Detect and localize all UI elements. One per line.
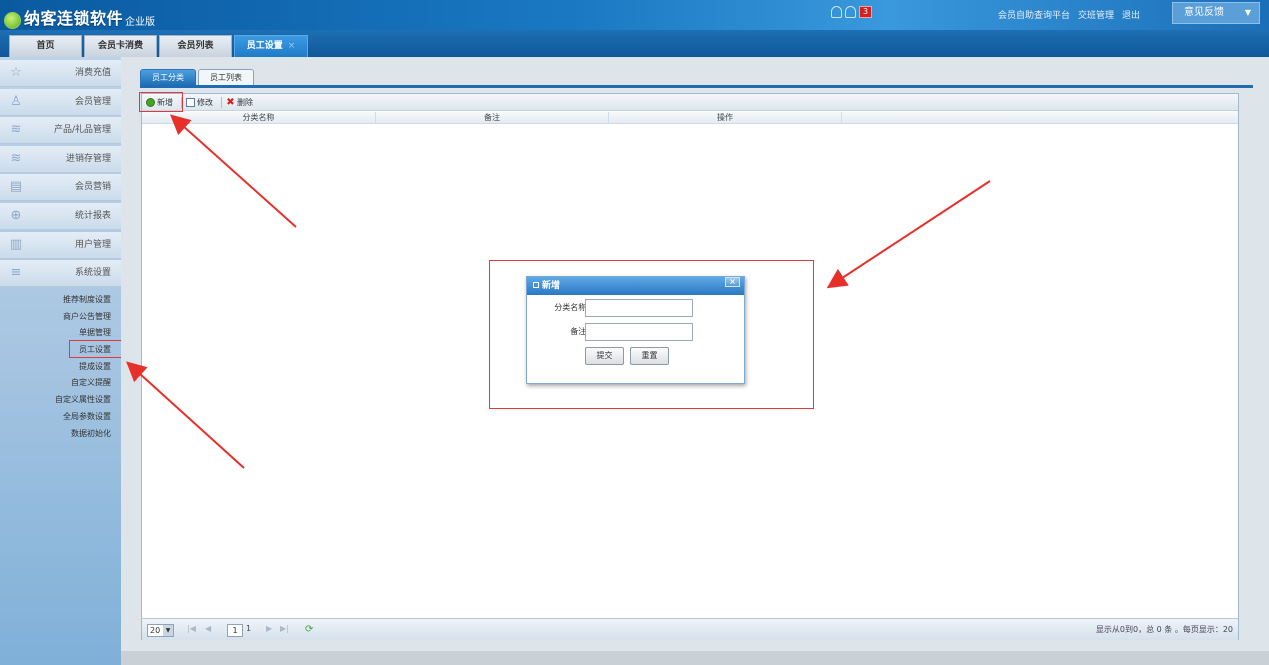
next-page-icon[interactable]: ▶ — [266, 624, 272, 633]
user-icon: ♙ — [10, 94, 22, 109]
database-icon: ▤ — [9, 179, 23, 194]
edit-icon — [186, 97, 195, 107]
bottom-bar — [121, 651, 1269, 665]
reset-button[interactable]: 重置 — [630, 347, 669, 365]
last-page-icon[interactable]: ▶| — [280, 624, 289, 633]
prev-page-icon[interactable]: ◀ — [205, 624, 211, 633]
top-tab-bar: 首页 会员卡消费 会员列表 员工设置 × — [0, 30, 1269, 57]
delete-button[interactable]: ✖ 删除 — [226, 97, 253, 108]
first-page-icon[interactable]: |◀ — [187, 624, 196, 633]
page-size-value: 20 — [150, 626, 161, 635]
page-number-input[interactable]: 1 — [227, 624, 243, 637]
bell-icon[interactable] — [845, 6, 856, 18]
member-self-query-link[interactable]: 会员自助查询平台 — [998, 8, 1070, 21]
tab-home[interactable]: 首页 — [9, 35, 82, 57]
sidebar-item-label: 会员营销 — [74, 182, 111, 192]
sidebar-item-inventory[interactable]: ≋ 进销存管理 — [0, 146, 121, 173]
pager: 20 ▼ |◀ ◀ 1 1 ▶ ▶| ⟳ 显示从0到0，总 0 条 。每页显示：… — [142, 618, 1238, 640]
tab-member-list[interactable]: 会员列表 — [159, 35, 232, 57]
submenu-item-custom-attributes[interactable]: 自定义属性设置 — [0, 392, 121, 409]
remark-row: 备注: — [527, 323, 746, 341]
sidebar-item-label: 消费充值 — [74, 68, 111, 78]
dialog-titlebar: 新增 × — [527, 277, 744, 295]
column-header-category-name[interactable]: 分类名称 — [142, 112, 376, 124]
dialog-close-button[interactable]: × — [725, 277, 740, 287]
category-name-label: 分类名称: — [554, 303, 589, 312]
logo: 纳客连锁软件 企业版 — [4, 5, 155, 29]
header-icons: 3 — [831, 6, 873, 18]
column-header-actions[interactable]: 操作 — [609, 112, 842, 124]
submenu-item-global-params[interactable]: 全局参数设置 — [0, 409, 121, 426]
sidebar-item-system-settings[interactable]: ≡ 系统设置 — [0, 260, 121, 287]
edit-button-label: 修改 — [197, 97, 213, 107]
sidebar-item-label: 进销存管理 — [65, 154, 111, 164]
sidebar-item-label: 用户管理 — [74, 240, 111, 250]
star-icon: ☆ — [10, 65, 22, 80]
logo-text: 纳客连锁软件 — [24, 9, 124, 28]
system-settings-submenu: 推荐制度设置 商户公告管理 单据管理 员工设置 提成设置 自定义提醒 自定义属性… — [0, 292, 121, 442]
category-name-input[interactable] — [585, 299, 693, 317]
tab-staff-settings[interactable]: 员工设置 × — [234, 35, 308, 57]
subtab-staff-category[interactable]: 员工分类 — [140, 69, 196, 86]
pager-info: 显示从0到0，总 0 条 。每页显示：20 — [1095, 625, 1233, 634]
sidebar-item-user-management[interactable]: ▥ 用户管理 — [0, 232, 121, 259]
feedback-button[interactable]: 意见反馈 ▼ — [1172, 2, 1260, 24]
shift-management-link[interactable]: 交班管理 — [1078, 8, 1114, 21]
tab-close-icon[interactable]: × — [288, 41, 296, 51]
submit-button[interactable]: 提交 — [585, 347, 624, 365]
sidebar-item-label: 会员管理 — [74, 97, 111, 107]
feedback-label: 意见反馈 — [1184, 7, 1224, 18]
sidebar-item-label: 系统设置 — [74, 268, 111, 278]
remark-input[interactable] — [585, 323, 693, 341]
submenu-item-announcement[interactable]: 商户公告管理 — [0, 309, 121, 326]
subtab-underline — [140, 85, 1253, 88]
staff-settings-highlight — [69, 340, 122, 358]
logo-mark-icon — [4, 12, 21, 29]
user-icon[interactable] — [831, 6, 842, 18]
submenu-item-custom-reminder[interactable]: 自定义提醒 — [0, 375, 121, 392]
notification-badge[interactable]: 3 — [859, 6, 873, 18]
total-pages: 1 — [246, 624, 252, 633]
add-button-highlight — [139, 92, 183, 112]
add-category-dialog: 新增 × 分类名称: 备注: 提交 重置 — [526, 276, 745, 384]
sidebar-item-label: 统计报表 — [74, 211, 111, 221]
delete-x-icon: ✖ — [226, 96, 235, 108]
bar-chart-icon: ▥ — [9, 237, 23, 252]
sidebar-item-member-management[interactable]: ♙ 会员管理 — [0, 89, 121, 116]
grid-toolbar: 新增 修改 ✖ 删除 — [142, 94, 1238, 111]
logout-link[interactable]: 退出 — [1122, 8, 1140, 21]
edit-button[interactable]: 修改 — [186, 97, 213, 108]
column-header-remark[interactable]: 备注 — [376, 112, 609, 124]
sidebar-item-consume-recharge[interactable]: ☆ 消费充值 — [0, 60, 121, 87]
layers-icon: ≋ — [10, 151, 22, 166]
logo-edition: 企业版 — [125, 17, 156, 28]
app-header: 纳客连锁软件 企业版 3 会员自助查询平台 交班管理 退出 意见反馈 ▼ — [0, 0, 1269, 30]
chevron-down-icon: ▼ — [163, 625, 173, 636]
sub-tab-bar: 员工分类 员工列表 — [140, 69, 256, 86]
chevron-down-icon: ▼ — [1244, 8, 1251, 17]
sidebar-item-label: 产品/礼品管理 — [53, 125, 111, 135]
sort-list-icon: ≡ — [10, 265, 22, 280]
delete-button-label: 删除 — [237, 97, 253, 107]
tab-staff-settings-label: 员工设置 — [246, 41, 283, 51]
globe-icon: ⊕ — [10, 208, 22, 223]
submenu-item-commission[interactable]: 提成设置 — [0, 359, 121, 376]
submenu-item-data-init[interactable]: 数据初始化 — [0, 426, 121, 443]
layers-icon: ≋ — [10, 122, 22, 137]
header-links: 会员自助查询平台 交班管理 退出 — [998, 8, 1140, 21]
sidebar-item-product-gift[interactable]: ≋ 产品/礼品管理 — [0, 117, 121, 144]
tab-member-card-consume[interactable]: 会员卡消费 — [84, 35, 157, 57]
window-icon — [533, 282, 539, 288]
category-name-row: 分类名称: — [527, 299, 746, 317]
refresh-icon[interactable]: ⟳ — [305, 624, 313, 635]
page-size-select[interactable]: 20 ▼ — [147, 624, 174, 637]
submenu-item-referral[interactable]: 推荐制度设置 — [0, 292, 121, 309]
subtab-staff-list[interactable]: 员工列表 — [198, 69, 254, 86]
sidebar-item-member-marketing[interactable]: ▤ 会员营销 — [0, 174, 121, 201]
dialog-title: 新增 — [542, 281, 561, 291]
grid-header: 分类名称 备注 操作 — [142, 112, 1238, 124]
toolbar-separator — [221, 96, 222, 108]
sidebar-item-reports[interactable]: ⊕ 统计报表 — [0, 203, 121, 230]
